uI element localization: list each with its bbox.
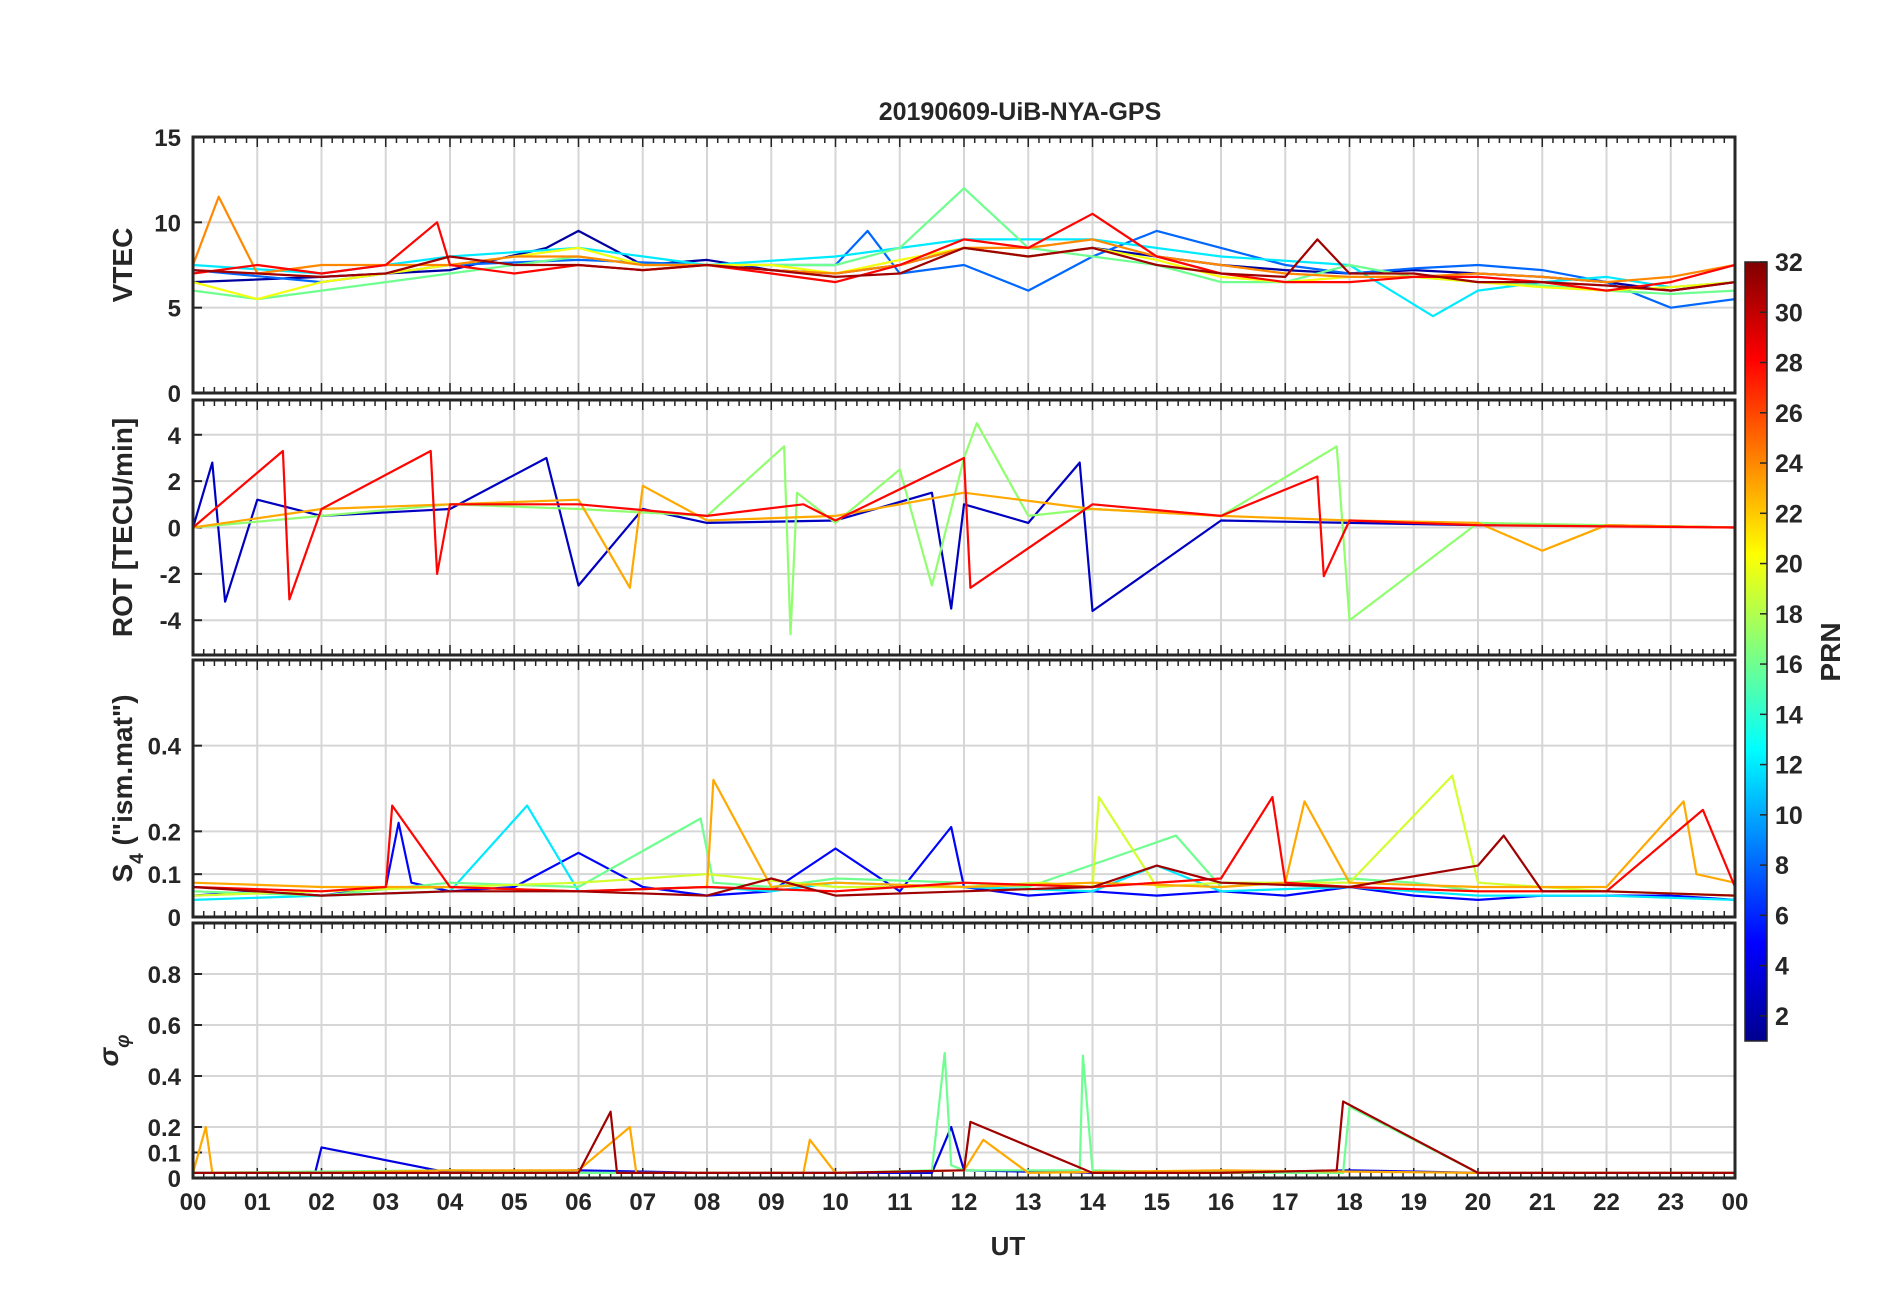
colorbar-gradient (1744, 261, 1768, 1042)
panels: 051015VTEC-4-2024ROT [TECU/min]00.10.20.… (93, 125, 1737, 1193)
x-tick-label: 15 (1143, 1189, 1170, 1216)
x-tick-label: 00 (180, 1189, 207, 1216)
y-tick-label: 0.4 (148, 1064, 182, 1091)
y-tick-label: -2 (160, 562, 181, 589)
colorbar-tick-label: 24 (1775, 450, 1803, 478)
x-tick-label: 06 (565, 1189, 592, 1216)
x-tick-label: 01 (244, 1189, 271, 1216)
y-axis-label: VTEC (107, 228, 138, 303)
colorbar-tick-label: 16 (1775, 651, 1803, 679)
y-tick-label: 15 (154, 125, 181, 152)
y-tick-label: 0.6 (148, 1013, 181, 1040)
panel-vtec: 0 5 10 15 VTEC (107, 125, 1737, 408)
figure-title: 20190609-UiB-NYA-GPS (879, 98, 1162, 126)
colorbar-tick-label: 4 (1775, 953, 1789, 981)
colorbar-tick-label: 20 (1775, 551, 1803, 579)
y-axis-label: S4 ("ism.mat") (107, 694, 148, 882)
figure-canvas: 20190609-UiB-NYA-GPS 051015VTEC-4-2024RO… (93, 98, 1846, 1261)
x-tick-label: 21 (1529, 1189, 1556, 1216)
colorbar-tick-label: 18 (1775, 601, 1803, 629)
colorbar-label: PRN (1815, 622, 1846, 681)
figure: 20190609-UiB-NYA-GPS 0 5 10 15 VTEC -4 -2 0 2 4 RO… (0, 0, 1902, 1292)
y-tick-label: 0 (168, 516, 181, 543)
colorbar-tick-label: 14 (1775, 701, 1803, 729)
x-tick-label: 09 (758, 1189, 785, 1216)
y-tick-label: 0.1 (148, 862, 181, 889)
x-tick-label: 00 (1722, 1189, 1749, 1216)
panel-sigma_phi: 00.10.20.40.60.8σφ (93, 921, 1737, 1193)
y-tick-label: 0.8 (148, 962, 181, 989)
colorbar-tick-label: 30 (1775, 299, 1803, 327)
colorbar-tick-label: 10 (1775, 802, 1803, 830)
y-tick-label: 0 (168, 905, 181, 932)
y-tick-label: 4 (168, 423, 182, 450)
x-tick-label: 13 (1015, 1189, 1042, 1216)
x-tick-label: 14 (1079, 1189, 1106, 1216)
x-tick-label: 08 (694, 1189, 721, 1216)
colorbar-tick-label: 28 (1775, 350, 1803, 378)
y-tick-label: 10 (154, 210, 181, 237)
x-tick-label: 03 (372, 1189, 399, 1216)
x-tick-label: 07 (629, 1189, 656, 1216)
x-tick-label: 22 (1593, 1189, 1620, 1216)
y-tick-label: 0.2 (148, 819, 181, 846)
x-tick-label: 11 (887, 1189, 912, 1216)
x-tick-label: 20 (1465, 1189, 1492, 1216)
y-tick-label: 2 (168, 469, 181, 496)
colorbar-tick-label: 32 (1775, 249, 1803, 277)
y-tick-label: 5 (168, 296, 181, 323)
x-tick-label: 02 (308, 1189, 335, 1216)
x-tick-label: 19 (1400, 1189, 1427, 1216)
colorbar-tick-label: 6 (1775, 902, 1789, 930)
y-tick-label: 0.4 (148, 734, 182, 761)
x-tick-label: 23 (1657, 1189, 1684, 1216)
x-tick-label: 05 (501, 1189, 528, 1216)
colorbar-tick-label: 8 (1775, 852, 1789, 880)
y-tick-label: -4 (160, 608, 182, 635)
colorbar: 2468101214161820222426283032 PRN (1744, 249, 1846, 1042)
panel-s4: 0 0.1 0.2 0.4S4 ("ism.mat") (107, 658, 1737, 932)
x-tick-label: 17 (1272, 1189, 1299, 1216)
colorbar-tick-label: 22 (1775, 500, 1803, 528)
colorbar-tick-label: 2 (1775, 1003, 1789, 1031)
y-tick-label: 0.1 (148, 1141, 181, 1168)
x-tick-label: 12 (951, 1189, 978, 1216)
x-tick-label: 10 (822, 1189, 849, 1216)
y-axis-label: σφ (93, 1035, 134, 1067)
x-tick-label: 04 (437, 1189, 464, 1216)
y-tick-label: 0 (168, 381, 181, 408)
y-axis-label: ROT [TECU/min] (107, 418, 138, 637)
y-tick-label: 0.2 (148, 1115, 181, 1142)
colorbar-tick-label: 26 (1775, 400, 1803, 428)
x-axis-tick-labels: 00 01 02 03 04 05 06 07 08 09 10 11 12 13 14 15 16 17 18 19… (180, 1189, 1749, 1216)
colorbar-tick-label: 12 (1775, 752, 1803, 780)
x-tick-label: 16 (1208, 1189, 1235, 1216)
x-axis-label: UT (991, 1231, 1026, 1261)
panel-rot: -4 -2 0 2 4 ROT [TECU/min] (107, 398, 1737, 657)
x-tick-label: 18 (1336, 1189, 1363, 1216)
